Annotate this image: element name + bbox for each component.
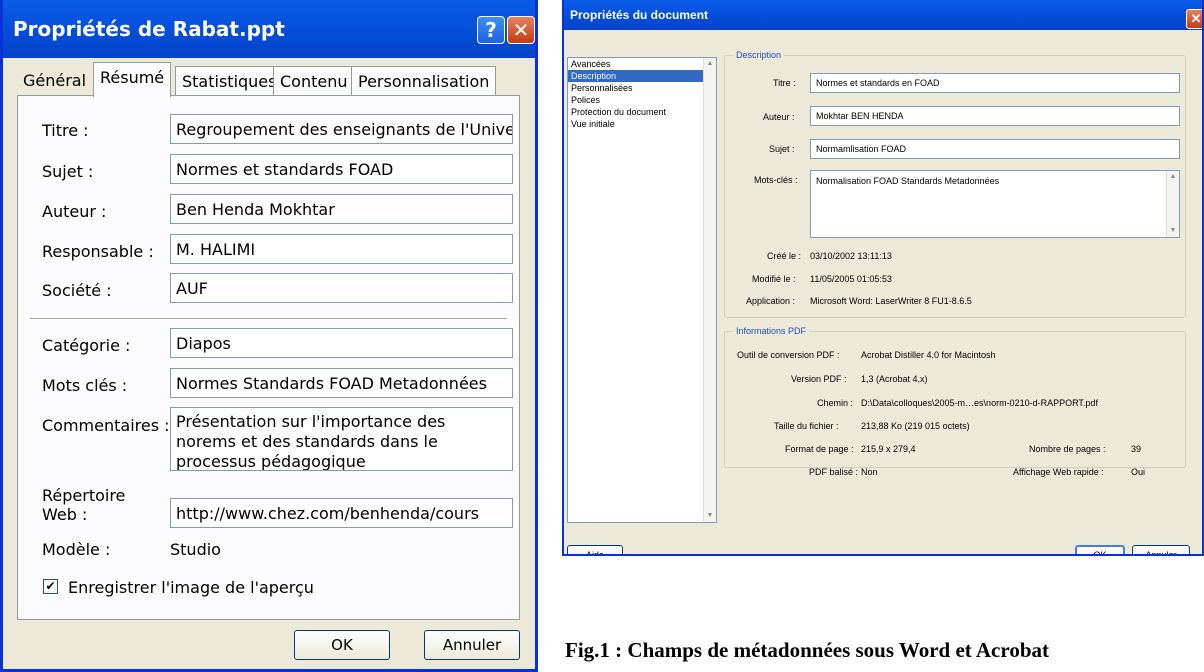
keywords-field[interactable]: Normes Standards FOAD Metadonnées — [170, 368, 513, 398]
tab-customization[interactable]: Personnalisation — [351, 66, 497, 96]
title-field[interactable]: Regroupement des enseignants de l'Univer… — [170, 114, 513, 144]
author-label: Auteur : — [42, 202, 107, 221]
ok-button[interactable]: OK — [294, 630, 390, 660]
subject-field[interactable]: Normes et standards FOAD — [170, 154, 513, 184]
list-scrollbar[interactable]: ▲ ▼ — [703, 58, 716, 522]
figure-caption: Fig.1 : Champs de métadonnées sous Word … — [565, 638, 1049, 662]
tagged-pdf-value: Non — [861, 467, 878, 477]
preview-checkbox[interactable]: ✔ — [43, 579, 58, 594]
web-directory-field[interactable]: http://www.chez.com/benhenda/cours — [170, 498, 513, 528]
list-item-fonts[interactable]: Polices — [568, 94, 716, 106]
acrobat-properties-dialog: Propriétés du document ✕ Avancées Descri… — [562, 0, 1204, 556]
keywords-field[interactable]: Normalisation FOAD Standards Metadonnées… — [810, 170, 1180, 238]
list-item-description[interactable]: Description — [568, 70, 716, 82]
author-field[interactable]: Ben Henda Mokhtar — [170, 194, 513, 224]
pdf-version-label: Version PDF : — [791, 374, 847, 384]
author-label: Auteur : — [763, 112, 795, 122]
ok-button[interactable]: OK — [1075, 545, 1125, 554]
pdf-info-legend: Informations PDF — [736, 326, 807, 336]
company-field[interactable]: AUF — [170, 273, 513, 303]
list-item-custom[interactable]: Personnalisées — [568, 82, 716, 94]
page-format-value: 215,9 x 279,4 — [861, 444, 916, 454]
web-directory-label: Répertoire Web : — [42, 486, 126, 524]
close-button[interactable]: ✕ — [1186, 9, 1202, 29]
path-label: Chemin : — [817, 398, 854, 408]
summary-panel: Titre : Regroupement des enseignants de … — [17, 95, 520, 620]
help-button[interactable]: Aide — [567, 545, 623, 554]
template-value: Studio — [170, 540, 221, 559]
file-size-label: Taille du fichier : — [774, 421, 839, 431]
application-value: Microsoft Word: LaserWriter 8 FU1-8.6.5 — [810, 296, 972, 306]
tab-summary[interactable]: Résumé — [93, 62, 172, 97]
comments-field[interactable]: Présentation sur l'importance des norems… — [170, 407, 513, 471]
author-field[interactable]: Mokhtar BEN HENDA — [810, 106, 1180, 126]
title-bar[interactable]: Propriétés de Rabat.ppt ? ✕ — [3, 0, 535, 58]
path-value: D:\Data\colloques\2005-m…es\norm-0210-d-… — [861, 398, 1098, 408]
scroll-up-icon[interactable]: ▲ — [704, 58, 716, 70]
pdf-producer-value: Acrobat Distiller 4.0 for Macintosh — [861, 350, 996, 360]
application-label: Application : — [746, 296, 796, 306]
modified-label: Modifié le : — [752, 274, 796, 284]
title-bar[interactable]: Propriétés du document — [564, 0, 1202, 30]
tab-general[interactable]: Général — [17, 66, 92, 96]
subject-field[interactable]: Normamlisation FOAD — [810, 139, 1180, 159]
keywords-scrollbar[interactable]: ▲ ▼ — [1166, 171, 1179, 237]
pdf-producer-label: Outil de conversion PDF : — [737, 350, 840, 360]
modified-value: 11/05/2005 01:05:53 — [810, 274, 892, 284]
created-label: Créé le : — [767, 251, 802, 261]
scroll-down-icon[interactable]: ▼ — [704, 510, 716, 522]
file-size-value: 213,88 Ko (219 015 octets) — [861, 421, 970, 431]
list-item-advanced[interactable]: Avancées — [568, 58, 716, 70]
subject-label: Sujet : — [42, 162, 94, 181]
dialog-title: Propriétés de Rabat.ppt — [13, 17, 285, 41]
manager-label: Responsable : — [42, 242, 154, 261]
scroll-down-icon[interactable]: ▼ — [1167, 225, 1179, 237]
subject-label: Sujet : — [769, 144, 795, 154]
preview-checkbox-label: Enregistrer l'image de l'aperçu — [68, 578, 314, 597]
template-label: Modèle : — [42, 540, 111, 559]
list-item-initial-view[interactable]: Vue initiale — [568, 118, 716, 130]
fast-web-view-value: Oui — [1131, 467, 1146, 477]
title-label: Titre : — [42, 121, 89, 140]
keywords-label: Mots-clés : — [754, 175, 798, 185]
page-count-value: 39 — [1131, 444, 1142, 454]
tab-contents[interactable]: Contenu — [273, 66, 355, 96]
keywords-text: Normalisation FOAD Standards Metadonnées — [816, 176, 1000, 186]
cancel-button[interactable]: Annuler — [424, 630, 520, 660]
tagged-pdf-label: PDF balisé : — [809, 467, 859, 477]
tab-strip: Général Résumé Statistiques Contenu Pers… — [17, 62, 521, 97]
help-button[interactable]: ? — [477, 16, 505, 44]
dialog-title: Propriétés du document — [570, 8, 709, 22]
fast-web-view-label: Affichage Web rapide : — [1013, 467, 1104, 477]
category-label: Catégorie : — [42, 336, 131, 355]
close-button[interactable]: ✕ — [507, 16, 535, 44]
title-field[interactable]: Normes et standards en FOAD — [810, 73, 1180, 93]
description-legend: Description — [736, 50, 782, 60]
title-label: Titre : — [773, 78, 796, 88]
page-format-label: Format de page : — [785, 444, 854, 454]
keywords-label: Mots clés : — [42, 376, 128, 395]
cancel-button[interactable]: Annuler — [1132, 545, 1190, 554]
category-field[interactable]: Diapos — [170, 328, 513, 358]
pdf-version-value: 1,3 (Acrobat 4,x) — [861, 374, 928, 384]
page-count-label: Nombre de pages : — [1029, 444, 1106, 454]
scroll-up-icon[interactable]: ▲ — [1167, 171, 1179, 183]
company-label: Société : — [42, 281, 112, 300]
separator — [30, 318, 507, 320]
word-properties-dialog: Propriétés de Rabat.ppt ? ✕ Général Résu… — [0, 0, 538, 672]
created-value: 03/10/2002 13:11:13 — [810, 251, 892, 261]
list-item-security[interactable]: Protection du document — [568, 106, 716, 118]
tab-statistics[interactable]: Statistiques — [175, 66, 284, 96]
category-list[interactable]: Avancées Description Personnalisées Poli… — [567, 57, 717, 523]
comments-label: Commentaires : — [42, 416, 170, 435]
manager-field[interactable]: M. HALIMI — [170, 234, 513, 264]
